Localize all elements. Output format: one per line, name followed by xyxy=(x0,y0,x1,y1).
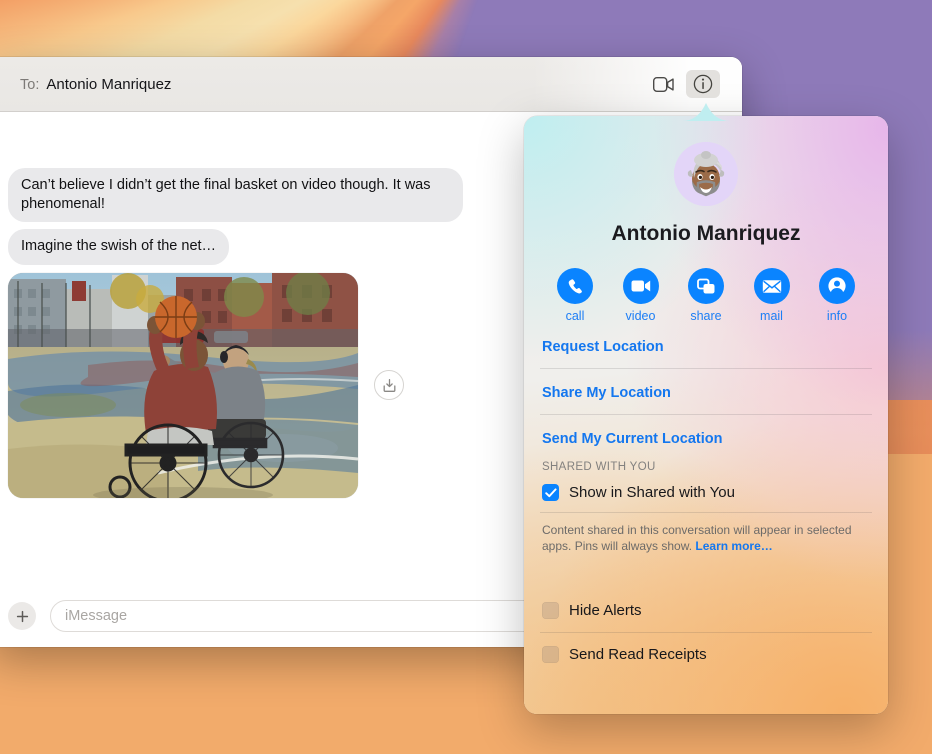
message-bubble-incoming[interactable]: Can’t believe I didn’t get the final bas… xyxy=(8,168,463,223)
send-read-receipts-row[interactable]: Send Read Receipts xyxy=(540,633,872,676)
recipient-field[interactable]: To: Antonio Manriquez xyxy=(0,76,171,93)
share-button[interactable] xyxy=(688,268,724,304)
send-read-receipts-checkbox[interactable] xyxy=(542,645,559,663)
imessage-placeholder: iMessage xyxy=(65,608,128,624)
info-label: info xyxy=(826,309,848,323)
request-location-link[interactable]: Request Location xyxy=(540,323,872,368)
checkmark-icon xyxy=(544,487,557,497)
memoji-avatar xyxy=(674,142,738,206)
video-camera-icon xyxy=(631,280,650,292)
quick-actions-row: call video share mail info xyxy=(540,246,872,323)
popover-tail xyxy=(682,103,730,121)
details-info-button[interactable] xyxy=(686,70,720,98)
action-info[interactable]: info xyxy=(808,268,866,323)
mail-label: mail xyxy=(760,309,783,323)
screen-share-icon xyxy=(696,278,714,293)
download-save-icon xyxy=(383,378,395,392)
show-in-shared-with-you-row[interactable]: Show in Shared with You xyxy=(540,480,872,512)
video-camera-icon xyxy=(652,76,674,92)
basketball-court-photo xyxy=(8,272,358,498)
show-in-shared-checkbox[interactable] xyxy=(542,484,559,501)
shared-with-you-header: SHARED WITH YOU xyxy=(542,461,656,473)
share-my-location-link[interactable]: Share My Location xyxy=(540,369,872,414)
mail-button[interactable] xyxy=(753,268,790,304)
call-label: call xyxy=(565,309,585,323)
plus-icon xyxy=(16,610,28,622)
message-photo-attachment[interactable] xyxy=(8,272,358,498)
shared-with-you-footnote: Content shared in this conversation will… xyxy=(540,513,872,555)
contact-name: Antonio Manriquez xyxy=(611,222,801,245)
titlebar-actions xyxy=(646,70,720,98)
avatar-container xyxy=(540,116,872,206)
contact-card-icon xyxy=(828,277,846,296)
save-photo-button[interactable] xyxy=(374,370,404,400)
call-button[interactable] xyxy=(557,268,593,304)
info-circle-icon xyxy=(693,74,713,94)
info-button[interactable] xyxy=(819,268,855,304)
video-label: video xyxy=(625,309,656,323)
message-bubble-incoming[interactable]: Imagine the swish of the net… xyxy=(8,229,230,265)
share-label: share xyxy=(690,309,722,323)
recipient-name: Antonio Manriquez xyxy=(46,75,172,93)
action-mail[interactable]: mail xyxy=(743,268,801,323)
send-my-current-location-link[interactable]: Send My Current Location xyxy=(540,415,872,460)
send-read-receipts-label: Send Read Receipts xyxy=(569,645,707,663)
window-titlebar: To: Antonio Manriquez xyxy=(0,57,742,112)
action-call[interactable]: call xyxy=(546,268,604,323)
to-label: To: xyxy=(20,76,40,93)
popover-content: Antonio Manriquez call video share mail … xyxy=(524,116,888,714)
action-share[interactable]: share xyxy=(677,268,735,323)
action-video[interactable]: video xyxy=(612,268,670,323)
envelope-icon xyxy=(762,279,781,293)
phone-icon xyxy=(568,278,582,293)
learn-more-link[interactable]: Learn more… xyxy=(695,539,772,553)
avatar[interactable] xyxy=(674,142,738,206)
show-in-shared-label: Show in Shared with You xyxy=(569,484,735,501)
add-attachment-button[interactable] xyxy=(8,602,36,630)
hide-alerts-label: Hide Alerts xyxy=(569,601,642,619)
contact-info-popover: Antonio Manriquez call video share mail … xyxy=(524,116,888,714)
video-button[interactable] xyxy=(622,268,659,304)
hide-alerts-row[interactable]: Hide Alerts xyxy=(540,589,872,632)
hide-alerts-checkbox[interactable] xyxy=(542,601,559,619)
facetime-video-button[interactable] xyxy=(646,70,680,98)
